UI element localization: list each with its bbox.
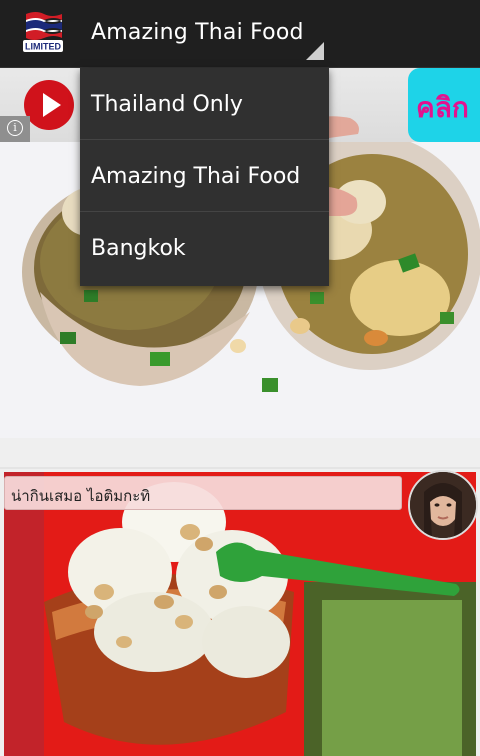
dropdown-item-thailand-only[interactable]: Thailand Only — [80, 68, 329, 140]
ad-info-button[interactable]: i — [0, 116, 30, 142]
post-image-coconut-icecream[interactable] — [4, 472, 476, 756]
dropdown-item-label: Amazing Thai Food — [91, 164, 301, 189]
spinner-selected-label: Amazing Thai Food — [91, 20, 304, 45]
app-logo-icon[interactable]: LIMITED — [20, 10, 66, 56]
section-dropdown: Thailand Only Amazing Thai Food Bangkok — [80, 68, 329, 286]
ad-badge-text: คลิก — [416, 91, 469, 124]
ad-click-badge[interactable]: คลิก — [408, 68, 480, 142]
spinner-triangle-icon — [306, 42, 324, 60]
post-caption-text: น่ากินเสมอ ไอติมกะทิ — [11, 487, 151, 505]
dropdown-item-bangkok[interactable]: Bangkok — [80, 212, 329, 286]
feed-separator — [0, 438, 480, 472]
avatar[interactable] — [408, 470, 478, 540]
svg-text:LIMITED: LIMITED — [25, 42, 61, 52]
action-bar: LIMITED Amazing Thai Food — [0, 0, 480, 68]
post-caption: น่ากินเสมอ ไอติมกะทิ — [4, 476, 402, 510]
dropdown-item-amazing-thai-food[interactable]: Amazing Thai Food — [80, 140, 329, 212]
dropdown-item-label: Bangkok — [91, 236, 186, 261]
section-spinner[interactable]: Amazing Thai Food — [80, 0, 330, 68]
info-icon: i — [7, 120, 23, 136]
dropdown-item-label: Thailand Only — [91, 92, 243, 117]
